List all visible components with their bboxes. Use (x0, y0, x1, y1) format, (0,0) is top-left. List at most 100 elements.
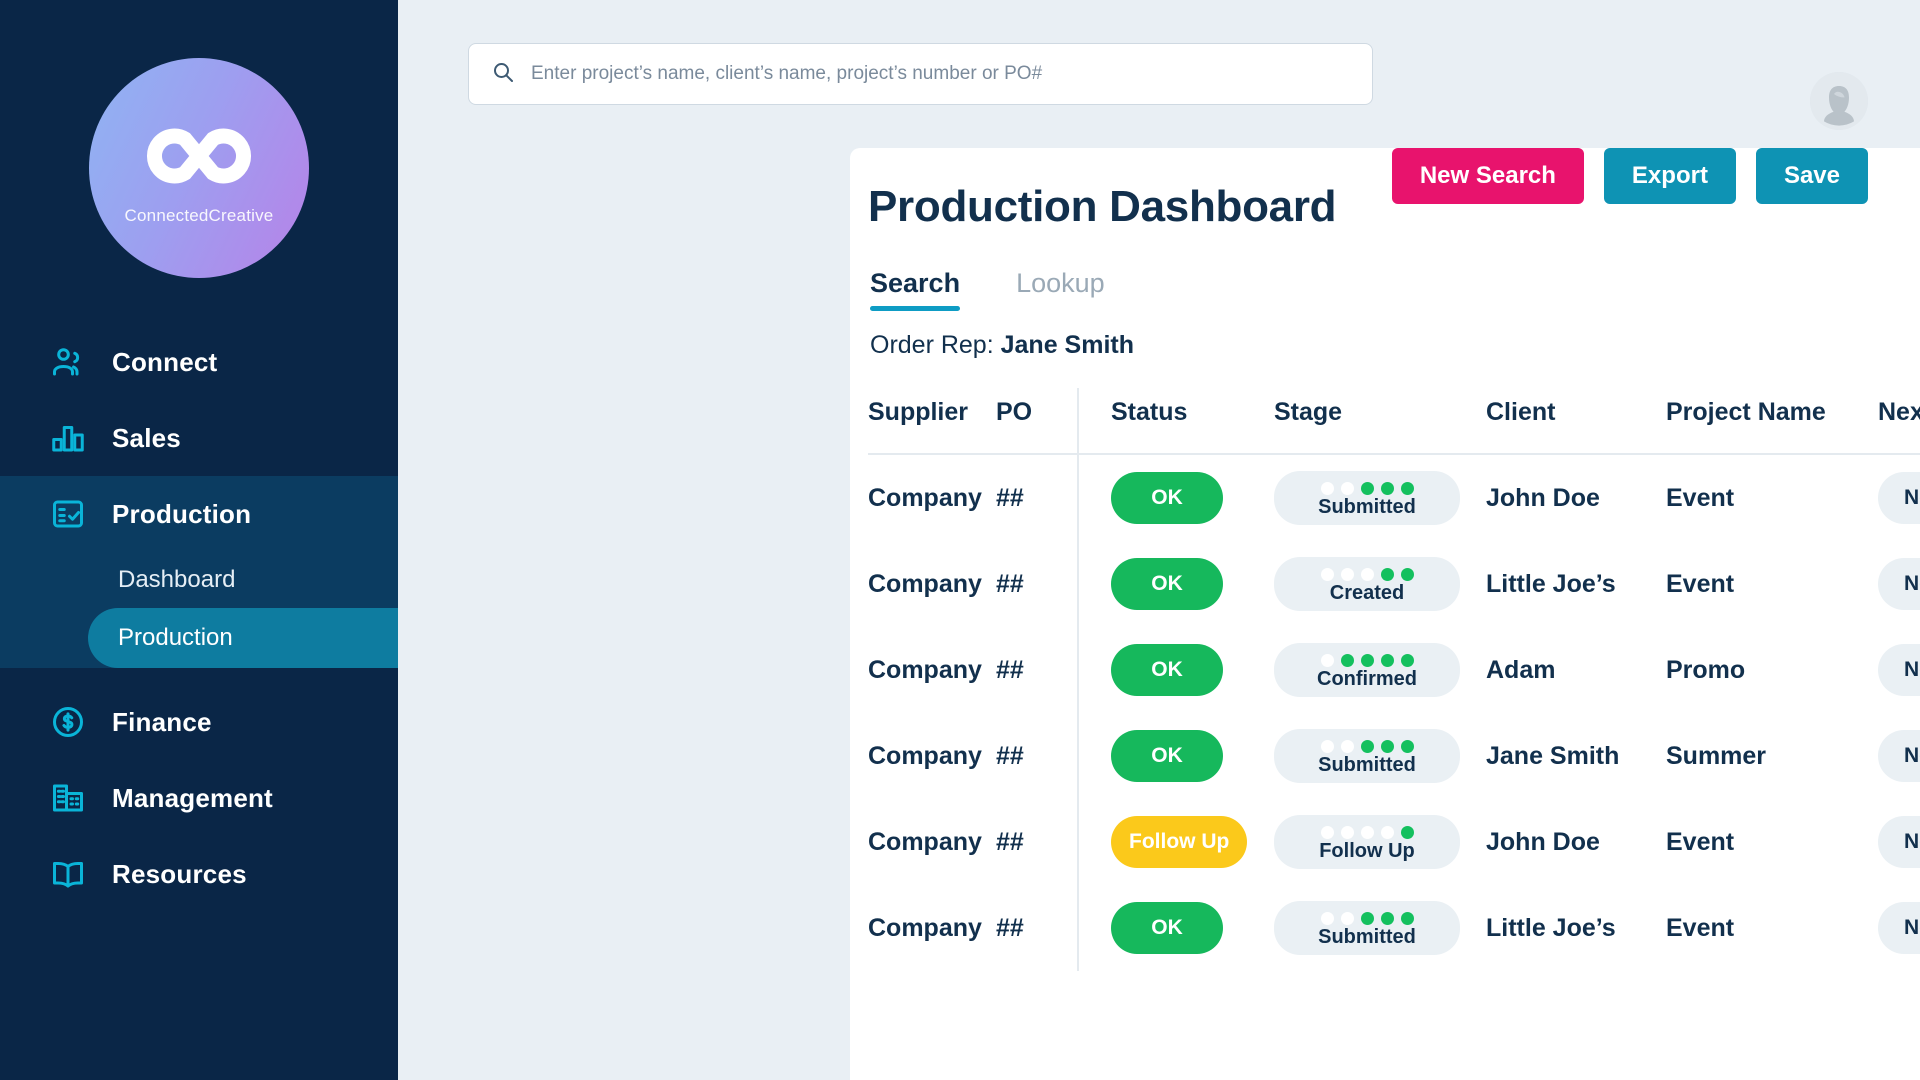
export-button[interactable]: Export (1603, 148, 1736, 204)
production-table: Supplier PO Status Stage Client Project … (868, 388, 1920, 971)
cell-supplier: Company (868, 569, 982, 598)
status-badge[interactable]: OK (1111, 644, 1223, 696)
stage-dot (1340, 653, 1354, 667)
stage-indicator[interactable]: Confirmed (1274, 643, 1460, 697)
column-header-client[interactable]: Client (1486, 388, 1666, 454)
next-action-pill[interactable]: None Set (1878, 730, 1920, 782)
cell-client: Little Joe’s (1486, 569, 1616, 598)
stage-dot (1400, 825, 1414, 839)
stage-indicator[interactable]: Submitted (1274, 729, 1460, 783)
status-badge[interactable]: OK (1111, 558, 1223, 610)
sidebar-item-resources[interactable]: Resources (0, 836, 398, 912)
stage-indicator[interactable]: Follow Up (1274, 815, 1460, 869)
stage-indicator[interactable]: Created (1274, 557, 1460, 611)
sidebar-item-label: Connect (112, 346, 218, 377)
sidebar-subitem-production[interactable]: Production (88, 608, 398, 668)
column-header-status[interactable]: Status (1077, 388, 1274, 454)
column-header-nextaction[interactable]: Next Action (1878, 388, 1920, 454)
stage-label: Submitted (1318, 753, 1416, 776)
stage-dot (1400, 481, 1414, 495)
column-header-stage[interactable]: Stage (1274, 388, 1486, 454)
stage-dot (1360, 825, 1374, 839)
sidebar-item-connect[interactable]: Connect (0, 324, 398, 400)
cell-supplier: Company (868, 827, 982, 856)
sidebar-item-management[interactable]: Management (0, 760, 398, 836)
table-row[interactable]: Company ## OK Submitted John Doe Event None Se… (868, 454, 1920, 541)
table-row[interactable]: Company ## OK Submitted Little Joe’s Event Non… (868, 885, 1920, 971)
stage-dot (1380, 653, 1394, 667)
tab-lookup[interactable]: Lookup (1016, 268, 1105, 311)
cell-status: OK (1077, 541, 1274, 627)
status-badge[interactable]: OK (1111, 472, 1223, 524)
cell-client: Little Joe’s (1486, 913, 1616, 942)
sidebar-item-production[interactable]: Production (0, 476, 398, 552)
table-row[interactable]: Company ## OK Created Little Joe’s Event None … (868, 541, 1920, 627)
table-header: Supplier PO Status Stage Client Project … (868, 388, 1920, 454)
column-header-po[interactable]: PO (996, 388, 1078, 454)
cell-next-action: None Set (1878, 541, 1920, 627)
cell-supplier: Company (868, 655, 982, 684)
cell-po: ## (996, 827, 1024, 856)
next-action-pill[interactable]: None Set (1878, 816, 1920, 868)
avatar[interactable] (1810, 72, 1868, 130)
stage-dot (1400, 739, 1414, 753)
cell-supplier: Company (868, 741, 982, 770)
order-rep: Order Rep: Jane Smith (850, 331, 1920, 360)
cell-next-action: None Set (1878, 885, 1920, 971)
save-button[interactable]: Save (1755, 148, 1868, 204)
stage-indicator[interactable]: Submitted (1274, 901, 1460, 955)
stage-label: Submitted (1318, 925, 1416, 948)
sidebar-item-label: Production (112, 498, 252, 529)
cell-stage: Submitted (1274, 885, 1486, 971)
cell-project-name: Promo (1666, 655, 1746, 684)
cell-status: Follow Up (1077, 799, 1274, 885)
tab-search[interactable]: Search (870, 268, 961, 311)
column-header-supplier[interactable]: Supplier (868, 388, 996, 454)
cell-po: ## (996, 913, 1024, 942)
status-badge[interactable]: OK (1111, 730, 1223, 782)
status-badge[interactable]: OK (1111, 902, 1223, 954)
cell-client: John Doe (1486, 827, 1600, 856)
cell-stage: Submitted (1274, 454, 1486, 541)
search-input[interactable] (531, 44, 1350, 104)
cell-project-name: Event (1666, 827, 1735, 856)
sidebar-subitem-dashboard[interactable]: Dashboard (0, 552, 398, 608)
cell-status: OK (1077, 454, 1274, 541)
brand-logo[interactable]: ConnectedCreative (0, 0, 398, 278)
cell-next-action: None Set (1878, 627, 1920, 713)
cell-project-name: Event (1666, 569, 1735, 598)
next-action-pill[interactable]: None Set (1878, 558, 1920, 610)
stage-dots (1320, 481, 1414, 495)
status-badge[interactable]: Follow Up (1111, 816, 1248, 868)
cell-status: OK (1077, 885, 1274, 971)
next-action-pill[interactable]: None Set (1878, 644, 1920, 696)
table-row[interactable]: Company ## Follow Up Follow Up John Doe Event… (868, 799, 1920, 885)
table-row[interactable]: Company##OKConfirmedAdamPromoNone Set##-… (868, 627, 1920, 713)
stage-label: Created (1329, 581, 1405, 604)
search-icon (491, 60, 515, 89)
tab-bar: Search Lookup (850, 268, 1920, 311)
next-action-pill[interactable]: None Set (1878, 472, 1920, 524)
brand-name: ConnectedCreative (124, 205, 274, 225)
column-header-projectname[interactable]: Project Name (1666, 388, 1878, 454)
dashboard-panel: Production Dashboard Search Lookup Order… (850, 148, 1920, 1080)
search-bar[interactable] (468, 43, 1373, 105)
stage-dot (1400, 911, 1414, 925)
sidebar-item-finance[interactable]: Finance (0, 684, 398, 760)
cell-status: OK (1077, 627, 1274, 713)
sidebar-subitem-label: Production (118, 624, 233, 651)
sidebar-item-sales[interactable]: Sales (0, 400, 398, 476)
cell-client: Adam (1486, 655, 1556, 684)
sidebar-item-label: Sales (112, 422, 181, 453)
stage-dot (1320, 567, 1334, 581)
book-icon (48, 854, 88, 894)
new-search-button[interactable]: New Search (1391, 148, 1584, 204)
cell-stage: Created (1274, 541, 1486, 627)
table-row[interactable]: Company ## OK Submitted Jane Smith Summer None… (868, 713, 1920, 799)
stage-indicator[interactable]: Submitted (1274, 471, 1460, 525)
next-action-pill[interactable]: None Set (1878, 902, 1920, 954)
stage-dot (1360, 653, 1374, 667)
stage-dot (1360, 739, 1374, 753)
cell-po: ## (996, 483, 1024, 512)
stage-label: Submitted (1318, 495, 1416, 518)
